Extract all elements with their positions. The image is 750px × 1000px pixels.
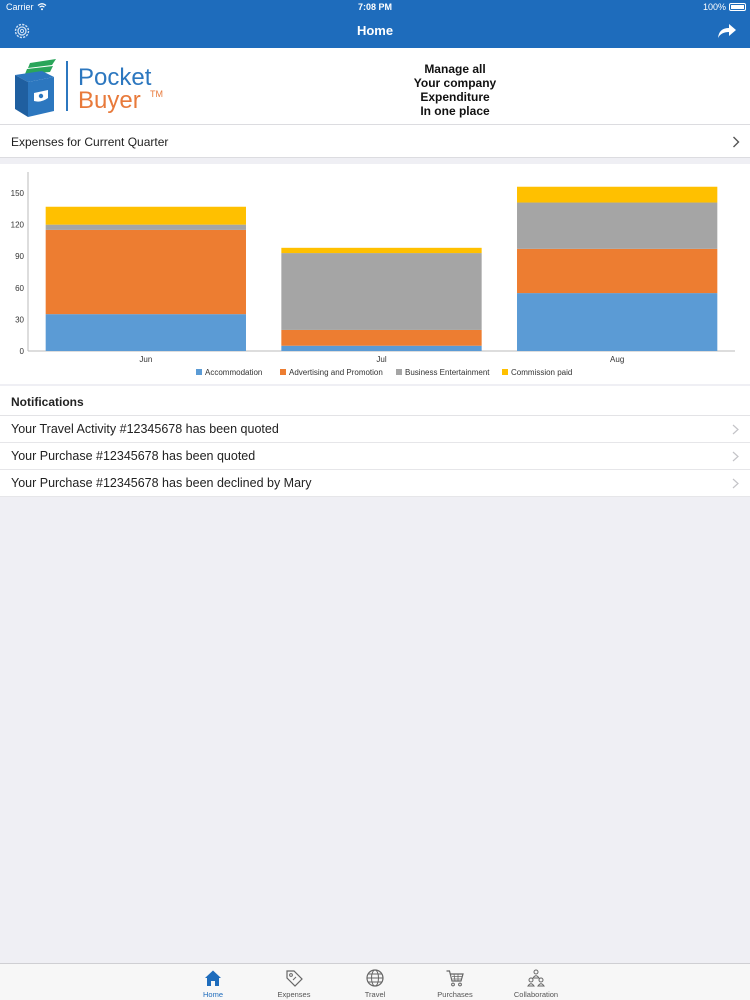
chevron-right-icon xyxy=(732,451,739,462)
notifications-header: Notifications xyxy=(0,386,750,416)
legend-swatch xyxy=(196,369,202,375)
notification-item[interactable]: Your Travel Activity #12345678 has been … xyxy=(0,416,750,443)
expenses-chart: 0 30 60 90 120 150 Jun Jul Aug Accommodation Adver… xyxy=(0,164,750,384)
bar-segment xyxy=(281,345,482,351)
chevron-right-icon xyxy=(733,136,740,148)
notification-text: Your Purchase #12345678 has been quoted xyxy=(11,449,256,463)
tab-travel[interactable]: Travel xyxy=(340,964,410,1000)
tab-label: Home xyxy=(202,990,223,999)
notifications-list: Your Travel Activity #12345678 has been … xyxy=(0,416,750,497)
legend-swatch xyxy=(396,369,402,375)
chevron-right-icon xyxy=(732,478,739,489)
bar-segment xyxy=(45,224,246,230)
bar-segment xyxy=(517,186,718,203)
bar-segment xyxy=(45,229,246,315)
tagline-line: In one place xyxy=(420,104,490,118)
tag-icon xyxy=(286,970,303,987)
clock: 7:08 PM xyxy=(357,2,392,12)
tagline-line: Expenditure xyxy=(420,90,490,104)
y-tick-label: 90 xyxy=(15,252,24,261)
home-icon xyxy=(205,970,221,986)
page-title: Home xyxy=(356,23,394,38)
tab-home[interactable]: Home xyxy=(178,964,248,1000)
cart-icon xyxy=(446,970,464,987)
share-icon[interactable] xyxy=(716,21,738,41)
tagline-line: Your company xyxy=(413,76,497,90)
bar-segment xyxy=(281,329,482,346)
logo-text-buyer: Buyer xyxy=(78,87,141,114)
y-tick-label: 0 xyxy=(20,347,25,356)
x-tick-label: Jul xyxy=(376,355,386,364)
tab-expenses[interactable]: Expenses xyxy=(259,964,329,1000)
logo-divider xyxy=(66,61,68,111)
nav-bar: Home xyxy=(0,14,750,48)
legend-swatch xyxy=(502,369,508,375)
globe-icon xyxy=(366,969,384,987)
x-tick-label: Jun xyxy=(139,355,152,364)
legend-label: Business Entertainment xyxy=(405,368,490,377)
expenses-row-label: Expenses for Current Quarter xyxy=(11,135,169,149)
tab-label: Travel xyxy=(364,990,386,999)
bar-segment xyxy=(45,206,246,225)
notification-item[interactable]: Your Purchase #12345678 has been decline… xyxy=(0,470,750,497)
tab-label: Collaboration xyxy=(513,990,559,999)
y-tick-label: 150 xyxy=(11,189,25,198)
bar-segment xyxy=(517,293,718,351)
people-icon xyxy=(527,969,545,987)
tagline: Manage all Your company Expenditure In o… xyxy=(380,62,530,118)
y-tick-label: 120 xyxy=(11,221,25,230)
tab-label: Purchases xyxy=(437,990,473,999)
battery-icon xyxy=(729,3,746,11)
notifications-title: Notifications xyxy=(11,395,84,409)
x-tick-label: Aug xyxy=(610,355,624,364)
chevron-right-icon xyxy=(732,424,739,435)
legend-label: Advertising and Promotion xyxy=(289,368,383,377)
legend-label: Commission paid xyxy=(511,368,572,377)
banner: Pocket Buyer TM Manage all Your company … xyxy=(0,48,750,124)
bar-segment xyxy=(281,253,482,330)
notification-text: Your Purchase #12345678 has been decline… xyxy=(11,476,312,490)
pocket-buyer-logo-icon xyxy=(15,59,56,117)
bar-segment xyxy=(281,247,482,254)
notification-text: Your Travel Activity #12345678 has been … xyxy=(11,422,279,436)
y-tick-label: 30 xyxy=(15,315,24,324)
tab-bar: Home Expenses Travel Purchases Collabora… xyxy=(0,963,750,1000)
bar-segment xyxy=(45,314,246,351)
bar-segment xyxy=(517,202,718,249)
tagline-line: Manage all xyxy=(424,62,486,76)
y-tick-label: 60 xyxy=(15,284,24,293)
logo-trademark: TM xyxy=(150,89,163,99)
battery-percent: 100% xyxy=(702,2,726,12)
expenses-chart-svg: 0 30 60 90 120 150 Jun Jul Aug Accommodation Adver… xyxy=(11,172,735,377)
legend-label: Accommodation xyxy=(205,368,262,377)
notification-item[interactable]: Your Purchase #12345678 has been quoted xyxy=(0,443,750,470)
tab-purchases[interactable]: Purchases xyxy=(420,964,490,1000)
legend-swatch xyxy=(280,369,286,375)
bar-segment xyxy=(517,248,718,294)
tab-collaboration[interactable]: Collaboration xyxy=(501,964,571,1000)
status-bar: Carrier 7:08 PM 100% xyxy=(0,0,750,14)
tab-label: Expenses xyxy=(277,990,311,999)
expenses-current-quarter-row[interactable]: Expenses for Current Quarter xyxy=(0,124,750,158)
